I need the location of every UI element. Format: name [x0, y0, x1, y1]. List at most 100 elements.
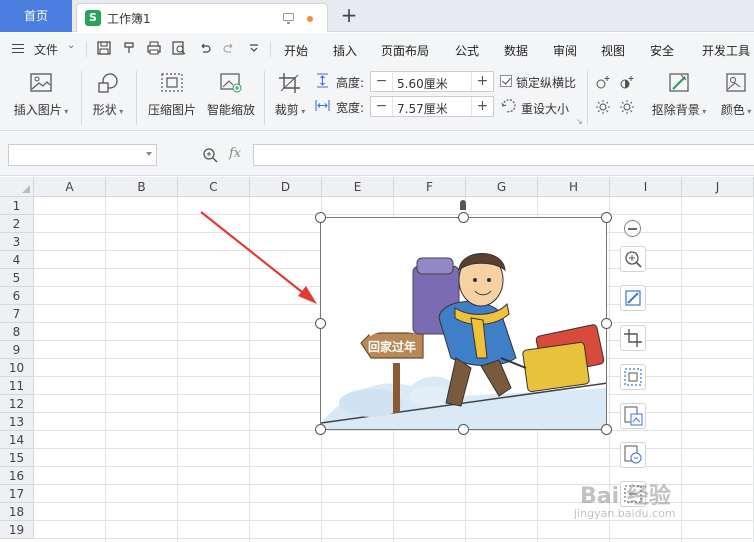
inserted-picture[interactable]: 回家过年 — [320, 217, 607, 430]
menu-insert[interactable]: 插入 — [333, 42, 357, 59]
column-header[interactable]: B — [106, 177, 178, 197]
undo-icon[interactable] — [198, 41, 212, 55]
height-value[interactable]: 5.60厘米 — [397, 75, 448, 92]
resize-handle-left[interactable] — [315, 318, 326, 329]
compress-picture-button[interactable]: 压缩图片 — [144, 72, 200, 118]
grid-line — [34, 430, 754, 431]
row-header[interactable]: 1 — [0, 197, 34, 215]
new-tab-button[interactable]: + — [338, 3, 360, 27]
rotate-handle[interactable] — [460, 200, 466, 210]
menu-review[interactable]: 审阅 — [553, 42, 577, 59]
resize-handle-top-left[interactable] — [315, 212, 326, 223]
customize-toolbar-icon[interactable] — [247, 41, 261, 55]
row-header[interactable]: 3 — [0, 233, 34, 251]
formula-input[interactable] — [253, 144, 754, 166]
menu-start[interactable]: 开始 — [284, 42, 308, 59]
picture-icon — [30, 73, 52, 92]
row-header[interactable]: 13 — [0, 413, 34, 431]
contrast-up-icon[interactable] — [619, 75, 635, 90]
column-header[interactable]: J — [682, 177, 754, 197]
contrast-down-icon[interactable] — [619, 99, 635, 114]
save-icon[interactable] — [97, 41, 111, 55]
zoom-search-icon[interactable] — [202, 147, 218, 163]
smart-zoom-button[interactable]: 智能缩放 — [204, 72, 258, 118]
format-painter-icon[interactable] — [122, 41, 136, 55]
grid-line — [34, 214, 754, 215]
name-box[interactable] — [8, 144, 157, 166]
row-header[interactable]: 19 — [0, 521, 34, 539]
width-value[interactable]: 7.57厘米 — [397, 100, 448, 117]
picture-effects-button[interactable] — [620, 285, 646, 311]
lock-ratio-label[interactable]: 锁定纵横比 — [516, 74, 576, 91]
row-header[interactable]: 17 — [0, 485, 34, 503]
zoom-in-button[interactable] — [620, 246, 646, 272]
brightness-down-icon[interactable] — [595, 99, 611, 114]
reset-size-icon — [501, 99, 516, 113]
menu-formula[interactable]: 公式 — [455, 42, 479, 59]
width-increase-button[interactable]: + — [471, 97, 493, 116]
resize-handle-bottom[interactable] — [458, 424, 469, 435]
crop-button[interactable]: 裁剪 ▾ — [272, 72, 308, 118]
menu-view[interactable]: 视图 — [601, 42, 625, 59]
row-header[interactable]: 7 — [0, 305, 34, 323]
shape-button[interactable]: 形状 ▾ — [88, 72, 128, 118]
fx-label[interactable]: fx — [229, 146, 241, 161]
row-header[interactable]: 16 — [0, 467, 34, 485]
height-increase-button[interactable]: + — [471, 72, 493, 91]
chevron-down-icon: ⌄ — [67, 40, 76, 51]
lock-ratio-checkbox[interactable] — [500, 75, 512, 87]
resize-handle-bottom-left[interactable] — [315, 424, 326, 435]
column-header[interactable]: C — [178, 177, 250, 197]
print-preview-icon[interactable] — [172, 41, 186, 55]
width-stepper[interactable]: − 7.57厘米 + — [370, 96, 494, 117]
monitor-icon[interactable] — [283, 13, 294, 24]
crop-tool-button[interactable] — [620, 325, 646, 351]
row-header[interactable]: 10 — [0, 359, 34, 377]
tab-home[interactable]: 首页 — [0, 0, 72, 32]
chevron-down-icon[interactable] — [146, 152, 152, 156]
resize-handle-right[interactable] — [601, 318, 612, 329]
column-header[interactable]: A — [34, 177, 106, 197]
height-decrease-button[interactable]: − — [371, 72, 393, 91]
picture-to-pdf-button[interactable] — [620, 442, 646, 468]
menu-developer-tools[interactable]: 开发工具 — [702, 42, 750, 59]
row-header[interactable]: 2 — [0, 215, 34, 233]
column-header[interactable]: F — [394, 177, 466, 197]
row-header[interactable]: 5 — [0, 269, 34, 287]
tab-workbook[interactable]: S 工作簿1 — [76, 3, 328, 32]
color-button[interactable]: 颜色 ▾ — [716, 72, 754, 118]
menu-security[interactable]: 安全 — [650, 42, 674, 59]
row-header[interactable]: 18 — [0, 503, 34, 521]
reset-size-button[interactable]: 重设大小 — [521, 100, 569, 117]
column-header[interactable]: E — [322, 177, 394, 197]
row-header[interactable]: 9 — [0, 341, 34, 359]
menu-data[interactable]: 数据 — [504, 42, 528, 59]
resize-handle-top[interactable] — [458, 212, 469, 223]
row-header[interactable]: 4 — [0, 251, 34, 269]
row-header[interactable]: 14 — [0, 431, 34, 449]
row-header[interactable]: 6 — [0, 287, 34, 305]
select-all-corner[interactable] — [0, 177, 34, 197]
column-header[interactable]: I — [610, 177, 682, 197]
row-header[interactable]: 8 — [0, 323, 34, 341]
resize-handle-bottom-right[interactable] — [601, 424, 612, 435]
row-header[interactable]: 11 — [0, 377, 34, 395]
menu-page-layout[interactable]: 页面布局 — [381, 42, 429, 59]
row-header[interactable]: 15 — [0, 449, 34, 467]
select-picture-button[interactable] — [620, 364, 646, 390]
brightness-up-icon[interactable] — [595, 75, 611, 90]
height-stepper[interactable]: − 5.60厘米 + — [370, 71, 494, 92]
dialog-launcher-icon[interactable]: ↘ — [576, 117, 583, 126]
column-header[interactable]: H — [538, 177, 610, 197]
row-header[interactable]: 12 — [0, 395, 34, 413]
insert-picture-button[interactable]: 插入图片 ▾ — [10, 72, 72, 118]
remove-background-button[interactable]: 抠除背景 ▾ — [648, 72, 710, 118]
redo-icon[interactable] — [222, 41, 236, 55]
column-header[interactable]: G — [466, 177, 538, 197]
resize-handle-top-right[interactable] — [601, 212, 612, 223]
width-decrease-button[interactable]: − — [371, 97, 393, 116]
column-header[interactable]: D — [250, 177, 322, 197]
collapse-toolbar-button[interactable] — [624, 220, 641, 237]
print-icon[interactable] — [147, 41, 161, 55]
picture-to-text-button[interactable] — [620, 403, 646, 429]
